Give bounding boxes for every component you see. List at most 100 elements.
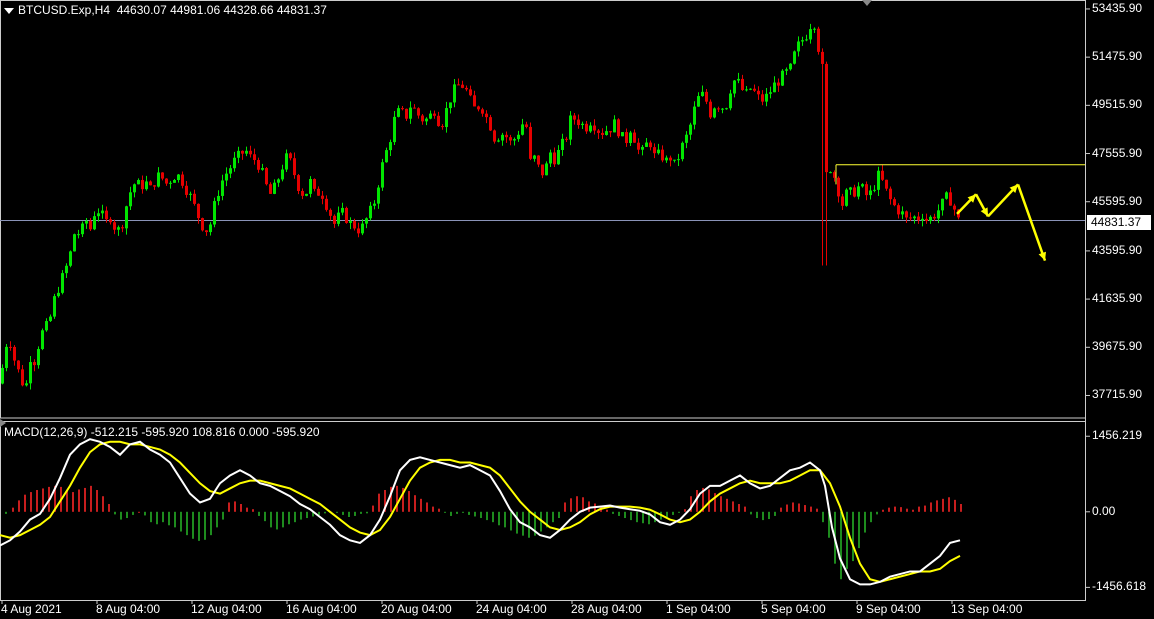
macd-hist-bar [906,508,908,512]
candle-body [649,142,652,148]
candle-body [413,107,416,109]
candle-body [865,184,868,196]
candle-body [885,179,888,189]
y-tick-label: 45595.90 [1092,193,1143,208]
macd-hist-bar [174,511,176,528]
candle-body [269,184,272,194]
macd-hist-bar [426,502,428,512]
macd-hist-bar [18,500,20,512]
macd-hist-bar [624,511,626,519]
candle-body [361,223,364,234]
x-tick-label: 24 Aug 04:00 [476,602,547,616]
candle-body [229,168,232,174]
candle-body [145,181,148,190]
candle-body [909,217,912,219]
candle-body [481,109,484,114]
candle-body [417,108,420,116]
candle-body [845,189,848,206]
macd-hist-bar [468,511,470,515]
candle-body [29,362,32,384]
macd-hist-bar [774,511,776,516]
candle-body [597,130,600,133]
candle-body [205,230,208,233]
macd-hist-bar [276,511,278,530]
candle-body [81,223,84,235]
candle-body [213,201,216,225]
candle-body [1,367,4,384]
macd-hist-bar [672,511,674,515]
macd-hist-bar [198,511,200,541]
x-tick-label: 8 Aug 04:00 [96,602,161,616]
macd-hist-bar [576,496,578,512]
candle-body [61,273,64,293]
macd-hist-bar [810,506,812,512]
candle-body [861,184,864,187]
macd-hist-bar [720,496,722,512]
candle-body [289,153,292,159]
macd-hist-bar [228,502,230,512]
chart-canvas[interactable] [0,0,1154,619]
candle-body [265,168,268,185]
macd-hist-bar [396,485,398,512]
candle-body [101,210,104,214]
candle-body [753,88,756,91]
macd-hist-bar [732,501,734,512]
macd-hist-bar [462,511,464,513]
candle-body [97,213,100,217]
candle-body [781,70,784,86]
macd-hist-bar [414,495,416,512]
candle-body [541,164,544,176]
macd-hist-bar [348,511,350,517]
candle-body [613,119,616,133]
candle-body [769,92,772,94]
candle-body [581,123,584,126]
macd-hist-bar [852,511,854,562]
candle-body [217,195,220,202]
candle-body [153,185,156,187]
macd-hist-bar [936,500,938,512]
candle-body [677,159,680,161]
candle-body [317,188,320,196]
candle-body [697,96,700,107]
candle-body [817,28,820,52]
candle-body [533,155,536,159]
candle-body [457,84,460,86]
macd-hist-bar [492,511,494,523]
macd-hist-bar [846,511,848,569]
candle-body [657,149,660,154]
candle-body [429,113,432,119]
candle-body [813,28,816,30]
candle-body [897,205,900,215]
candle-body [65,265,68,274]
candle-body [821,51,824,64]
macd-hist-bar [612,511,614,514]
macd-hist-bar [738,504,740,512]
macd-hist-bar [750,511,752,515]
candle-body [209,224,212,233]
candle-body [133,184,136,193]
candle-body [641,146,644,150]
dropdown-triangle-icon[interactable] [4,7,14,14]
candle-body [749,88,752,90]
macd-hist-bar [756,511,758,519]
candle-body [285,153,288,170]
candle-body [497,140,500,142]
candle-body [181,174,184,186]
macd-hist-bar [420,498,422,512]
macd-y-tick-label: 1456.219 [1092,428,1143,443]
candle-body [765,93,768,102]
macd-hist-bar [378,493,380,512]
macd-hist-bar [918,506,920,512]
candle-body [321,195,324,199]
candle-body [441,126,444,128]
macd-hist-bar [96,490,98,512]
macd-hist-bar [354,511,356,516]
main-frame [0,0,1086,419]
macd-hist-bar [588,501,590,512]
x-tick-label: 4 Aug 2021 [1,602,62,616]
candle-body [661,149,664,161]
macd-hist-bar [300,511,302,520]
macd-hist-bar [450,511,452,516]
candle-body [573,115,576,120]
candle-body [201,218,204,231]
